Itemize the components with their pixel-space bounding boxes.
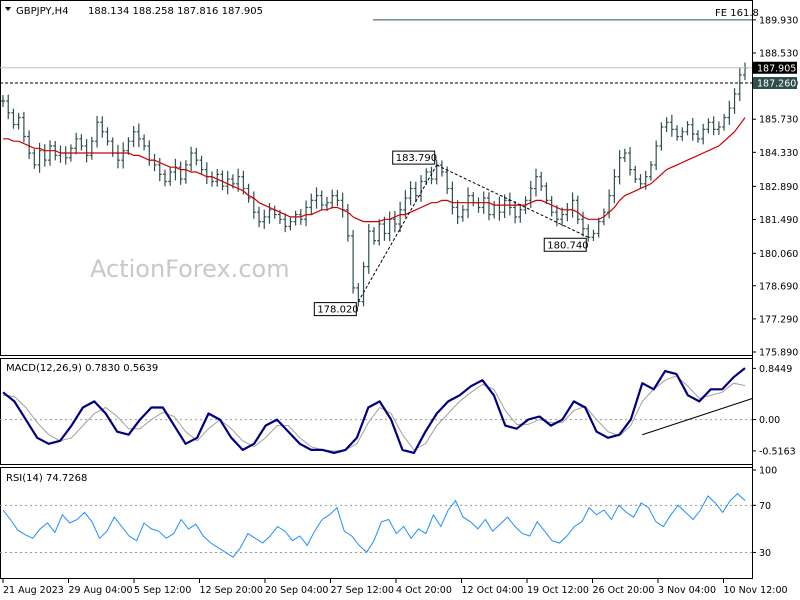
ohlc-readout: 188.134 188.258 187.816 187.905 — [88, 6, 263, 17]
macd-title: MACD(12,26,9) 0.7830 0.5639 — [6, 363, 158, 374]
time-tick-label: 3 Nov 04:00 — [658, 585, 716, 596]
price-tick-label: 175.890 — [759, 348, 798, 359]
current-price-label: 187.905 — [757, 63, 796, 74]
rsi-tick-label: 70 — [759, 501, 771, 512]
fe-label: FE 161.8 — [715, 8, 759, 19]
price-tick-label: 181.490 — [759, 215, 798, 226]
price-tick-label: 180.060 — [759, 249, 798, 260]
swing-label: 178.020 — [317, 305, 358, 316]
swing-label: 183.790 — [396, 153, 437, 164]
support-level-label: 187.260 — [757, 79, 796, 90]
time-tick-label: 29 Aug 04:00 — [69, 585, 133, 596]
time-tick-label: 19 Oct 12:00 — [527, 585, 589, 596]
time-tick-label: 26 Oct 20:00 — [593, 585, 655, 596]
macd-tick-label: 0.8449 — [759, 364, 792, 375]
time-tick-label: 4 Oct 20:00 — [396, 585, 452, 596]
rsi-tick-label: 100 — [759, 466, 777, 477]
price-tick-label: 185.730 — [759, 115, 798, 126]
chart-canvas: ActionForex.com GBPJPY,H4 188.134 188.25… — [0, 0, 800, 600]
macd-tick-label: 0.00 — [759, 415, 780, 426]
time-tick-label: 12 Sep 20:00 — [200, 585, 263, 596]
price-tick-label: 178.690 — [759, 281, 798, 292]
time-tick-label: 20 Sep 04:00 — [265, 585, 328, 596]
price-tick-label: 182.890 — [759, 182, 798, 193]
price-tick-label: 188.530 — [759, 48, 798, 59]
rsi-tick-label: 30 — [759, 548, 771, 559]
price-tick-label: 189.930 — [759, 15, 798, 26]
time-tick-label: 12 Oct 04:00 — [462, 585, 524, 596]
price-header: GBPJPY,H4 188.134 188.258 187.816 187.90… — [5, 6, 263, 17]
time-tick-label: 5 Sep 12:00 — [134, 585, 191, 596]
rsi-title: RSI(14) 74.7268 — [6, 473, 87, 484]
price-tick-label: 184.330 — [759, 148, 798, 159]
swing-label: 180.740 — [547, 240, 588, 251]
macd-tick-label: -0.5163 — [759, 446, 796, 457]
symbol-label: GBPJPY,H4 — [16, 6, 69, 17]
time-tick-label: 27 Sep 12:00 — [331, 585, 394, 596]
chart-background — [0, 0, 800, 600]
watermark: ActionForex.com — [90, 255, 290, 283]
time-tick-label: 10 Nov 12:00 — [724, 585, 788, 596]
price-tick-label: 177.290 — [759, 314, 798, 325]
time-tick-label: 21 Aug 2023 — [3, 585, 64, 596]
